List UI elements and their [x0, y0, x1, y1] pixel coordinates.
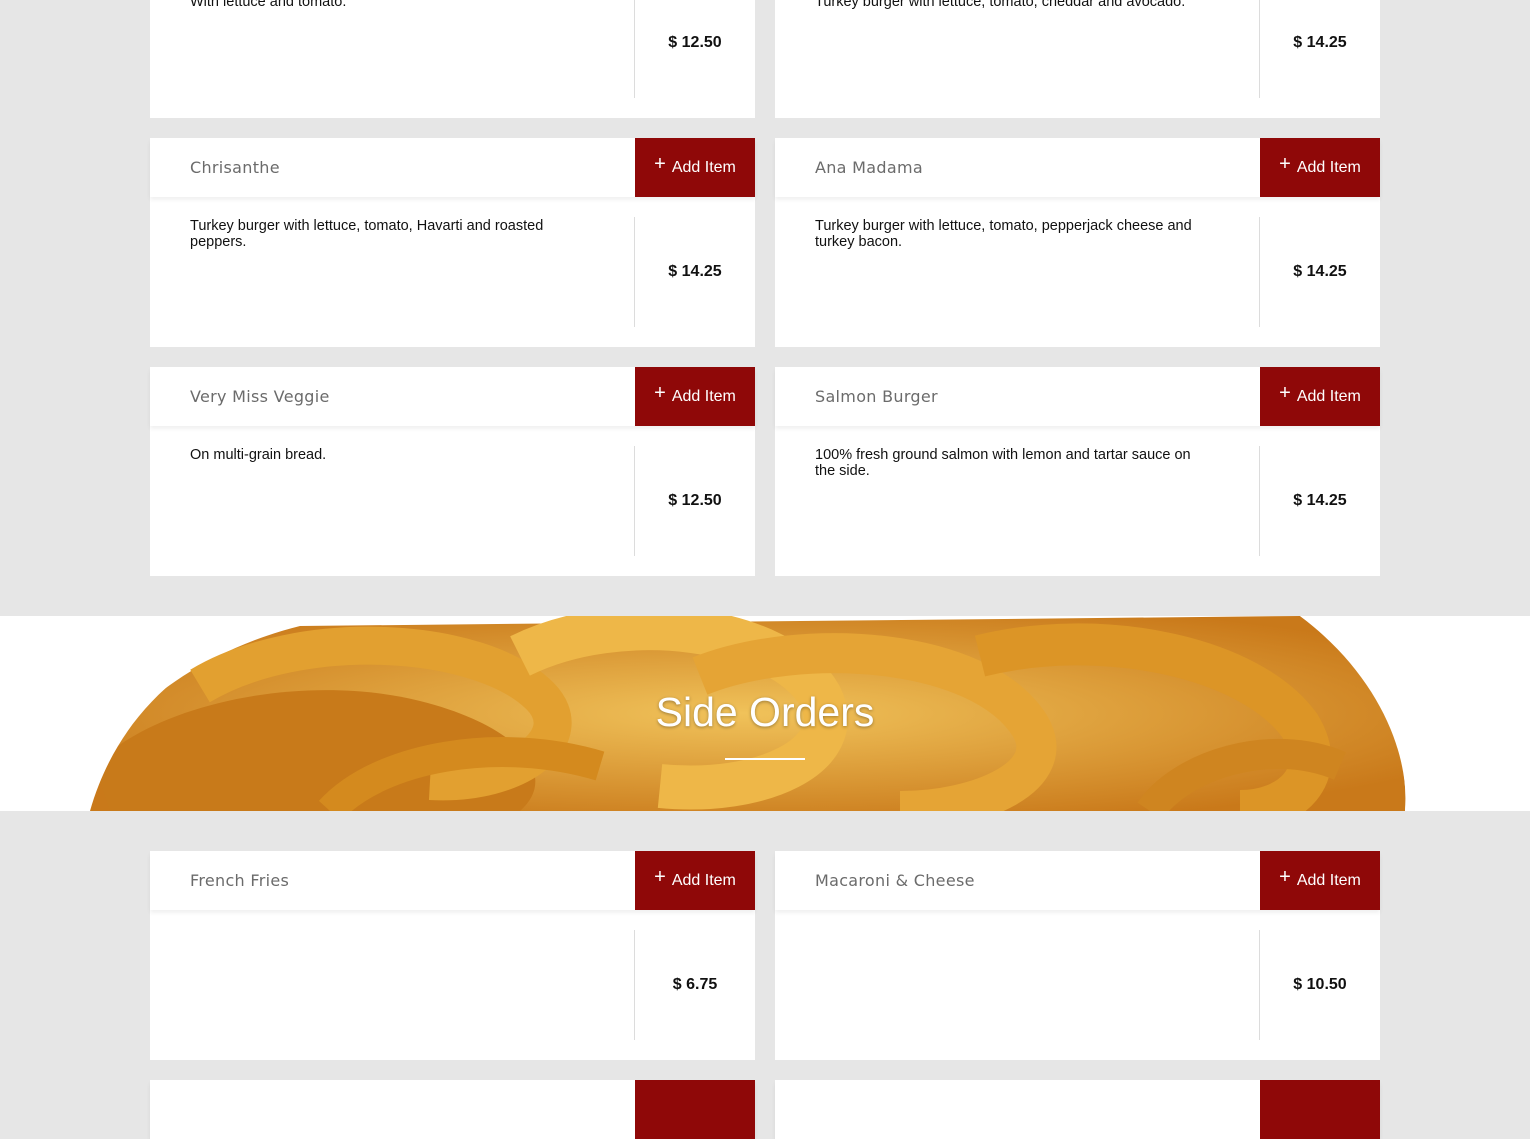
card-header: Salmon Burger + Add Item	[775, 367, 1380, 426]
add-item-label: Add Item	[671, 871, 736, 889]
card-header: Chrisanthe + Add Item	[150, 138, 755, 197]
item-price: $ 12.50	[668, 492, 722, 509]
item-price: $ 12.50	[668, 34, 722, 51]
item-price: $ 10.50	[1293, 976, 1347, 993]
menu-card: Chrisanthe + Add Item Turkey burger with…	[150, 138, 755, 347]
plus-icon: +	[1279, 382, 1291, 404]
item-price: $ 14.25	[1293, 492, 1347, 509]
card-header: Ana Madama + Add Item	[775, 138, 1380, 197]
item-name: Salmon Burger	[815, 387, 938, 406]
item-price: $ 6.75	[672, 976, 718, 993]
card-header: French Fries + Add Item	[150, 851, 755, 910]
section-title-underline	[725, 758, 805, 760]
plus-icon: +	[654, 866, 666, 888]
add-item-button[interactable]: + Add Item	[635, 138, 755, 197]
item-description: On multi-grain bread.	[190, 447, 327, 463]
add-item-label: Add Item	[1296, 871, 1361, 889]
card-header	[150, 1080, 755, 1139]
menu-card: Salmon Burger + Add Item 100% fresh grou…	[775, 367, 1380, 576]
add-item-label: Add Item	[1296, 158, 1361, 176]
item-name: Chrisanthe	[190, 158, 280, 177]
add-item-label: Add Item	[1296, 387, 1361, 405]
item-name: Ana Madama	[815, 158, 923, 177]
plus-icon: +	[654, 382, 666, 404]
plus-icon: +	[654, 153, 666, 175]
add-item-button[interactable]: + Add Item	[1260, 367, 1380, 426]
menu-card: Ana Madama + Add Item Turkey burger with…	[775, 138, 1380, 347]
card-header: Very Miss Veggie + Add Item	[150, 367, 755, 426]
add-item-label: Add Item	[671, 387, 736, 405]
add-item-button[interactable]: + Add Item	[1260, 851, 1380, 910]
menu-card: Macaroni & Cheese + Add Item $ 10.50	[775, 851, 1380, 1060]
item-description: Turkey burger with lettuce, tomato, Hava…	[190, 218, 544, 250]
item-description: 100% fresh ground salmon with lemon and …	[815, 447, 1191, 479]
plus-icon: +	[1279, 153, 1291, 175]
item-description: With lettuce and tomato.	[190, 0, 347, 10]
plus-icon: +	[1279, 866, 1291, 888]
card-header	[775, 1080, 1380, 1139]
add-item-label: Add Item	[671, 158, 736, 176]
menu-card-partial: With lettuce and tomato. $ 12.50	[150, 0, 755, 118]
item-name: French Fries	[190, 871, 290, 890]
section-title: Side Orders	[655, 689, 875, 735]
add-item-button[interactable]	[1260, 1080, 1380, 1139]
menu-card-partial	[150, 1080, 755, 1139]
item-price: $ 14.25	[668, 263, 722, 280]
item-price: $ 14.25	[1293, 263, 1347, 280]
menu-card-partial: Turkey burger with lettuce, tomato, ched…	[775, 0, 1380, 118]
add-item-button[interactable]: + Add Item	[635, 367, 755, 426]
menu-card: French Fries + Add Item $ 6.75	[150, 851, 755, 1060]
add-item-button[interactable]: + Add Item	[1260, 138, 1380, 197]
item-price: $ 14.25	[1293, 34, 1347, 51]
section-banner: Side Orders	[0, 616, 1530, 811]
add-item-button[interactable]: + Add Item	[635, 851, 755, 910]
card-header: Macaroni & Cheese + Add Item	[775, 851, 1380, 910]
item-description: Turkey burger with lettuce, tomato, pepp…	[815, 218, 1192, 250]
item-name: Very Miss Veggie	[190, 387, 330, 406]
item-description: Turkey burger with lettuce, tomato, ched…	[815, 0, 1186, 10]
item-name: Macaroni & Cheese	[815, 871, 975, 890]
add-item-button[interactable]	[635, 1080, 755, 1139]
menu-card-partial	[775, 1080, 1380, 1139]
menu-card: Very Miss Veggie + Add Item On multi-gra…	[150, 367, 755, 576]
